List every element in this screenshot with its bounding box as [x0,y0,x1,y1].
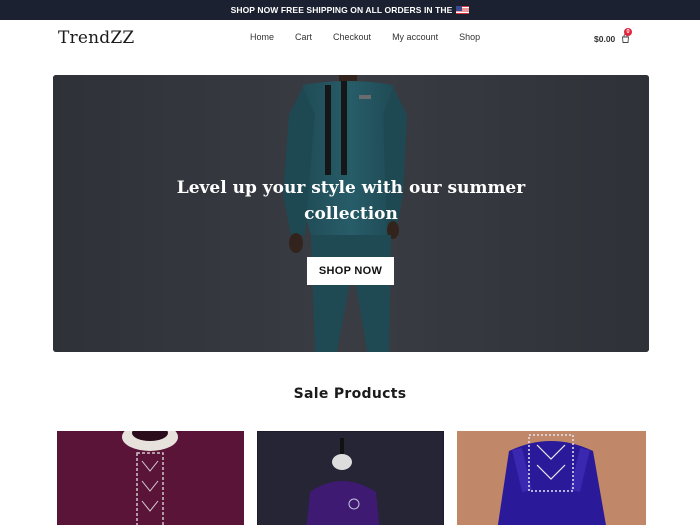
us-flag-icon [456,6,470,14]
product-card-purple[interactable] [257,431,444,525]
site-header: TrendZZ Home Cart Checkout My account Sh… [0,20,700,58]
hero-banner: Level up your style with our summer coll… [53,75,649,352]
nav-cart[interactable]: Cart [295,32,312,42]
product-image-purple-kaftan [258,432,443,525]
cart-count-badge: 0 [624,28,632,36]
shop-now-button[interactable]: SHOP NOW [307,257,394,285]
product-card-maroon[interactable] [57,431,244,525]
announcement-text: SHOP NOW FREE SHIPPING ON ALL ORDERS IN … [230,5,453,15]
product-image-blue-kaftan [457,431,646,525]
nav-shop[interactable]: Shop [459,32,480,42]
cart-total[interactable]: $0.00 [594,34,615,44]
nav-checkout[interactable]: Checkout [333,32,371,42]
site-logo[interactable]: TrendZZ [58,28,134,48]
hero-headline: Level up your style with our summer coll… [176,178,526,224]
nav-my-account[interactable]: My account [392,32,438,42]
announcement-bar: SHOP NOW FREE SHIPPING ON ALL ORDERS IN … [0,0,700,20]
product-image-maroon-kaftan [57,431,244,525]
product-card-blue[interactable] [457,431,646,525]
sale-products-title: Sale Products [293,386,407,402]
main-nav: Home Cart Checkout My account Shop [250,32,480,42]
nav-home[interactable]: Home [250,32,274,42]
